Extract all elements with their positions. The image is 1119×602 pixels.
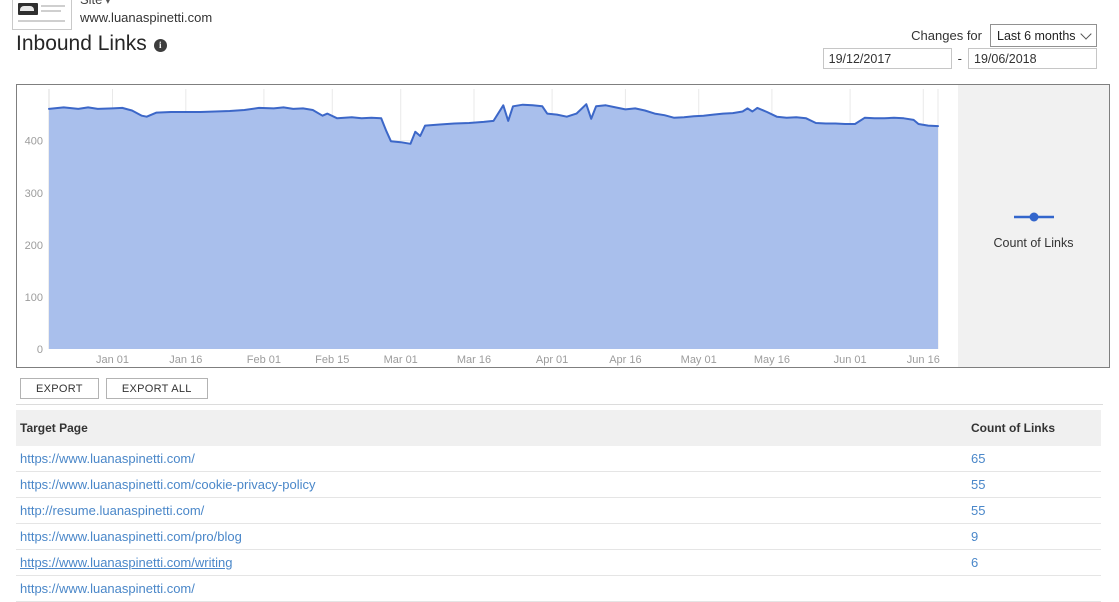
y-tick-label: 300 (25, 188, 43, 200)
count-of-links-link[interactable]: 6 (971, 555, 978, 570)
x-tick-label: Mar 16 (457, 354, 491, 366)
count-of-links-link[interactable]: 9 (971, 529, 978, 544)
y-tick-label: 0 (37, 344, 43, 356)
table-row: https://www.luanaspinetti.com/ (16, 575, 1101, 602)
section-divider (16, 404, 1103, 405)
table-row: https://www.luanaspinetti.com/writing 6 (16, 549, 1101, 576)
date-to-input[interactable] (968, 48, 1097, 69)
x-tick-label: Feb 01 (247, 354, 281, 366)
x-tick-label: Apr 16 (609, 354, 641, 366)
x-tick-label: May 16 (754, 354, 790, 366)
table-body: https://www.luanaspinetti.com/ 65 https:… (16, 446, 1101, 602)
table-row: https://www.luanaspinetti.com/pro/blog 9 (16, 523, 1101, 550)
legend-label: Count of Links (993, 236, 1074, 250)
column-header-target-page: Target Page (16, 410, 967, 446)
info-icon[interactable]: i (153, 39, 167, 52)
date-range-separator: - (957, 51, 962, 66)
target-page-link[interactable]: https://www.luanaspinetti.com/pro/blog (20, 529, 242, 544)
inbound-links-chart: 0 100 200 300 400 Jan 01 Jan 16 Feb 01 Feb 15 Mar… (16, 84, 1110, 368)
period-dropdown-value: Last 6 months (997, 28, 1076, 43)
y-tick-label: 400 (25, 136, 43, 148)
target-pages-table: Target Page Count of Links https://www.l… (16, 410, 1101, 602)
export-toolbar: EXPORT EXPORT ALL (20, 378, 208, 399)
period-controls: Changes for Last 6 months (911, 24, 1097, 47)
x-tick-label: Mar 01 (384, 354, 418, 366)
legend-item[interactable]: Count of Links (958, 209, 1109, 250)
x-tick-label: May 01 (681, 354, 717, 366)
x-tick-label: Jun 16 (907, 354, 940, 366)
count-of-links-link[interactable]: 55 (971, 503, 985, 518)
changes-for-label: Changes for (911, 28, 982, 43)
x-tick-label: Apr 01 (536, 354, 568, 366)
target-page-link[interactable]: https://www.luanaspinetti.com/writing (20, 555, 232, 570)
date-from-input[interactable] (822, 48, 952, 69)
table-row: http://resume.luanaspinetti.com/ 55 (16, 497, 1101, 524)
x-tick-label: Jan 01 (96, 354, 129, 366)
export-button[interactable]: EXPORT (20, 378, 99, 399)
site-url: www.luanaspinetti.com (80, 10, 213, 25)
site-dropdown-arrow-icon: ▾ (105, 0, 111, 7)
area-fill (49, 104, 938, 349)
count-of-links-link[interactable]: 55 (971, 477, 985, 492)
table-header-row: Target Page Count of Links (16, 410, 1101, 446)
page-title: Inbound Links i (16, 32, 167, 56)
chevron-down-icon (1080, 27, 1092, 40)
target-page-link[interactable]: http://resume.luanaspinetti.com/ (20, 503, 204, 518)
export-all-button[interactable]: EXPORT ALL (105, 378, 208, 399)
target-page-link[interactable]: https://www.luanaspinetti.com/cookie-pri… (20, 477, 316, 492)
y-tick-label: 100 (25, 292, 43, 304)
table-row: https://www.luanaspinetti.com/ 65 (16, 446, 1101, 472)
y-tick-label: 200 (25, 240, 43, 252)
column-header-count-of-links: Count of Links (967, 410, 1101, 446)
site-thumbnail[interactable] (12, 0, 72, 30)
site-selector-label: Site (80, 0, 102, 7)
x-tick-label: Feb 15 (315, 354, 349, 366)
legend-panel: Count of Links (958, 85, 1109, 367)
inbound-links-page: { "header": { "site_selector_label": "Si… (0, 0, 1119, 602)
x-tick-label: Jan 16 (169, 354, 202, 366)
target-page-link[interactable]: https://www.luanaspinetti.com/ (20, 451, 195, 466)
site-thumbnail-image (18, 3, 38, 15)
period-dropdown[interactable]: Last 6 months (990, 24, 1097, 47)
legend-line-marker-icon (1013, 212, 1054, 222)
target-page-link[interactable]: https://www.luanaspinetti.com/ (20, 581, 195, 596)
count-of-links-link[interactable]: 65 (971, 451, 985, 466)
site-selector[interactable]: Site▾ (80, 0, 110, 7)
chart-svg[interactable]: 0 100 200 300 400 Jan 01 Jan 16 Feb 01 Feb 15 Mar… (17, 85, 958, 367)
x-tick-label: Jun 01 (834, 354, 867, 366)
date-range: - (822, 48, 1097, 69)
table-row: https://www.luanaspinetti.com/cookie-pri… (16, 471, 1101, 498)
